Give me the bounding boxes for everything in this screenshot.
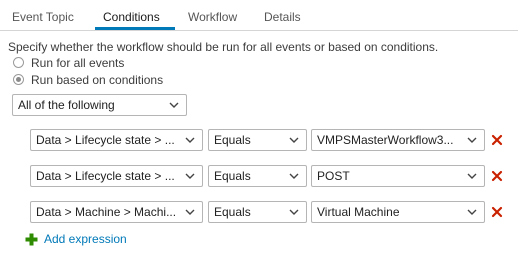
delete-condition-icon[interactable]: [491, 206, 503, 218]
plus-icon: [25, 233, 38, 245]
condition-operator-select[interactable]: Equals: [208, 201, 307, 223]
chevron-down-icon: [185, 209, 195, 215]
tab-details[interactable]: Details: [264, 10, 301, 24]
delete-condition-icon[interactable]: [491, 134, 503, 146]
select-value: VMPSMasterWorkflow3...: [317, 133, 454, 147]
add-expression-label: Add expression: [44, 232, 127, 246]
condition-operator-select[interactable]: Equals: [208, 165, 307, 187]
chevron-down-icon: [289, 173, 299, 179]
radio-run-based-on-conditions[interactable]: Run based on conditions: [13, 72, 163, 87]
chevron-down-icon: [289, 137, 299, 143]
condition-value-select[interactable]: POST: [311, 165, 485, 187]
tab-bar: Event Topic Conditions Workflow Details: [0, 0, 518, 31]
active-tab-indicator: [95, 27, 175, 30]
radio-button[interactable]: [13, 74, 24, 85]
condition-field-select[interactable]: Data > Lifecycle state > ...: [30, 165, 203, 187]
tab-event-topic[interactable]: Event Topic: [12, 10, 74, 24]
select-value: Data > Machine > Machi...: [36, 205, 177, 219]
chevron-down-icon: [467, 209, 477, 215]
select-value: Equals: [214, 169, 251, 183]
add-expression-button[interactable]: Add expression: [25, 231, 127, 247]
condition-field-select[interactable]: Data > Lifecycle state > ...: [30, 129, 203, 151]
condition-value-select[interactable]: Virtual Machine: [311, 201, 485, 223]
select-value: Equals: [214, 133, 251, 147]
radio-button[interactable]: [13, 57, 24, 68]
description-text: Specify whether the workflow should be r…: [8, 40, 439, 54]
select-value: Virtual Machine: [317, 205, 400, 219]
select-value: Equals: [214, 205, 251, 219]
condition-operator-select[interactable]: Equals: [208, 129, 307, 151]
chevron-down-icon: [289, 209, 299, 215]
chevron-down-icon: [169, 102, 179, 108]
condition-value-select[interactable]: VMPSMasterWorkflow3...: [311, 129, 485, 151]
select-value: Data > Lifecycle state > ...: [36, 169, 175, 183]
radio-run-all-events[interactable]: Run for all events: [13, 55, 124, 70]
delete-condition-icon[interactable]: [491, 170, 503, 182]
condition-field-select[interactable]: Data > Machine > Machi...: [30, 201, 203, 223]
radio-label: Run for all events: [31, 55, 125, 70]
chevron-down-icon: [185, 173, 195, 179]
chevron-down-icon: [185, 137, 195, 143]
tab-workflow[interactable]: Workflow: [188, 10, 237, 24]
select-value: POST: [317, 169, 350, 183]
tab-conditions[interactable]: Conditions: [103, 10, 160, 24]
radio-label: Run based on conditions: [31, 72, 164, 87]
match-mode-select[interactable]: All of the following: [12, 94, 187, 116]
chevron-down-icon: [467, 173, 477, 179]
select-value: Data > Lifecycle state > ...: [36, 133, 175, 147]
select-value: All of the following: [18, 98, 115, 112]
chevron-down-icon: [467, 137, 477, 143]
